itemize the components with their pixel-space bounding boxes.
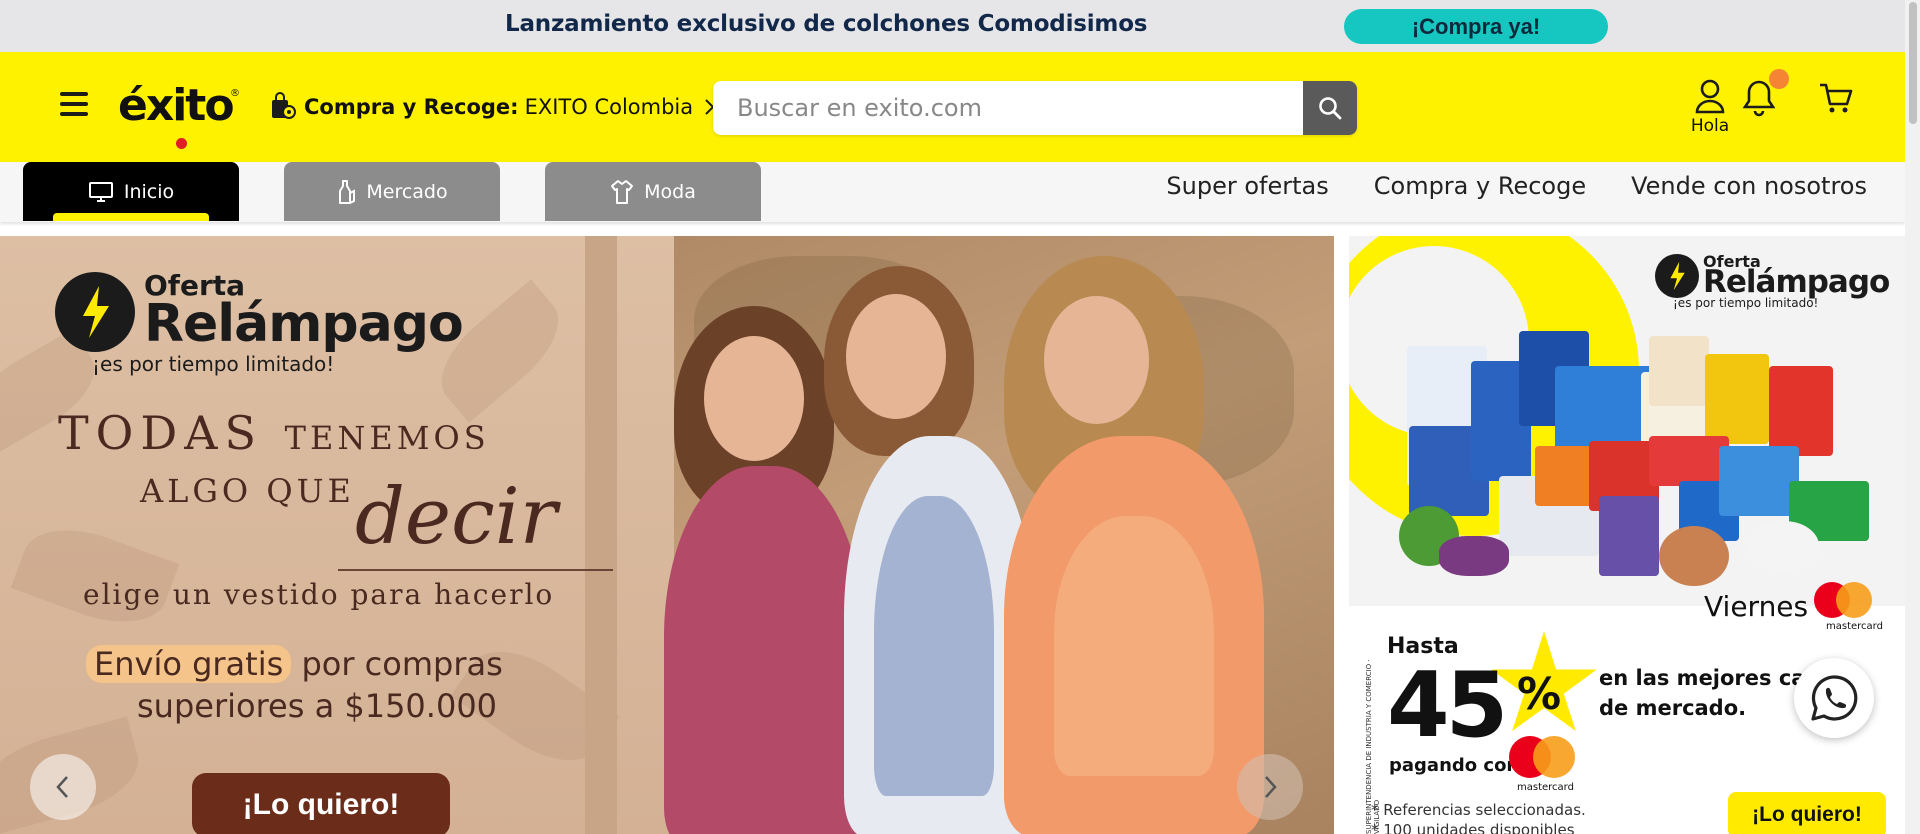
side-flash-title-2: Relámpago xyxy=(1703,264,1890,300)
whatsapp-icon xyxy=(1811,675,1858,721)
side-flash-subtitle: ¡es por tiempo limitado! xyxy=(1673,296,1819,310)
script-underline xyxy=(338,569,613,571)
user-icon xyxy=(1695,79,1725,114)
user-greeting: Hola xyxy=(1690,116,1730,136)
tagline-line-3: elige un vestido para hacerlo xyxy=(83,578,555,611)
category-nav: Inicio Mercado Moda Super ofertas Compra… xyxy=(0,162,1905,222)
search-icon xyxy=(1319,97,1342,120)
logo-dot xyxy=(176,138,187,149)
pickup-store-selector[interactable]: Compra y Recoge: EXITO Colombia xyxy=(270,92,717,122)
pickup-store-name: EXITO Colombia xyxy=(524,95,694,119)
flash-sale-title-2: Relámpago xyxy=(144,294,464,354)
promo-bar: Lanzamiento exclusivo de colchones Comod… xyxy=(0,0,1905,52)
chevron-right-icon xyxy=(1265,776,1277,798)
banner-stripe xyxy=(585,236,617,834)
free-shipping-threshold: superiores a $150.000 xyxy=(137,687,498,725)
menu-icon[interactable] xyxy=(60,92,88,120)
discount-value: 45 xyxy=(1387,653,1508,758)
tagline-line-2: ALGO QUE xyxy=(140,472,355,510)
account-button[interactable]: Hola xyxy=(1686,78,1734,136)
search-input[interactable] xyxy=(713,81,1303,135)
promo-text: Lanzamiento exclusivo de colchones Comod… xyxy=(505,11,1148,37)
notification-badge xyxy=(1769,69,1789,89)
carousel-prev-button[interactable] xyxy=(30,754,96,820)
nav-link-vende-con-nosotros[interactable]: Vende con nosotros xyxy=(1631,172,1867,200)
flash-sale-subtitle: ¡es por tiempo limitado! xyxy=(92,352,335,376)
chevron-left-icon xyxy=(56,776,68,798)
carousel-next-button[interactable] xyxy=(1237,754,1303,820)
logo-registered-mark: ® xyxy=(230,88,240,99)
side-banner-cta-button[interactable]: ¡Lo quiero! xyxy=(1728,792,1886,834)
whatsapp-chat-button[interactable] xyxy=(1794,658,1874,738)
lightning-bolt-icon xyxy=(55,272,135,352)
discount-percent: % xyxy=(1517,669,1562,720)
scrollbar-thumb[interactable] xyxy=(1909,2,1917,124)
banner-cta-button[interactable]: ¡Lo quiero! xyxy=(192,773,450,834)
free-shipping-text: Envío gratis por compras xyxy=(86,645,503,683)
search-bar xyxy=(713,81,1357,135)
tab-label: Mercado xyxy=(366,180,448,203)
store-pin-icon xyxy=(272,92,296,119)
tab-label: Inicio xyxy=(123,180,175,203)
tab-moda[interactable]: Moda xyxy=(545,162,761,221)
tagline-script-word: decir xyxy=(355,472,558,562)
tagline-line-1: TODAS TENEMOS xyxy=(58,406,490,460)
site-header: éxito ® Compra y Recoge: EXITO Colombia xyxy=(0,52,1905,162)
active-tab-indicator xyxy=(53,213,209,221)
lightning-bolt-icon xyxy=(1655,254,1699,298)
shirt-icon xyxy=(611,179,634,204)
page-scrollbar[interactable] xyxy=(1905,0,1920,834)
monitor-icon xyxy=(88,181,113,202)
search-button[interactable] xyxy=(1303,81,1357,135)
bottle-icon xyxy=(339,179,356,204)
tab-label: Moda xyxy=(644,180,696,203)
nav-link-super-ofertas[interactable]: Super ofertas xyxy=(1166,172,1328,200)
side-promo-banner[interactable]: Oferta Relámpago ¡es por tiempo limitado… xyxy=(1349,236,1905,834)
tab-inicio[interactable]: Inicio xyxy=(23,162,239,221)
pickup-label: Compra y Recoge: xyxy=(304,95,519,119)
paying-with-text: pagando con xyxy=(1389,755,1520,776)
promo-day: Viernes xyxy=(1704,590,1809,623)
secondary-nav: Super ofertas Compra y Recoge Vende con … xyxy=(1166,172,1867,200)
models-photo xyxy=(664,236,1334,834)
cart-icon[interactable] xyxy=(1818,80,1854,116)
fine-print: * Referencias seleccionadas. * 100 unida… xyxy=(1371,801,1586,834)
exito-logo[interactable]: éxito xyxy=(118,80,235,131)
main-banner-carousel[interactable]: Oferta Relámpago ¡es por tiempo limitado… xyxy=(0,236,1334,834)
buy-now-button[interactable]: ¡Compra ya! xyxy=(1344,9,1608,44)
nav-link-compra-y-recoge[interactable]: Compra y Recoge xyxy=(1374,172,1586,200)
tab-mercado[interactable]: Mercado xyxy=(284,162,500,221)
